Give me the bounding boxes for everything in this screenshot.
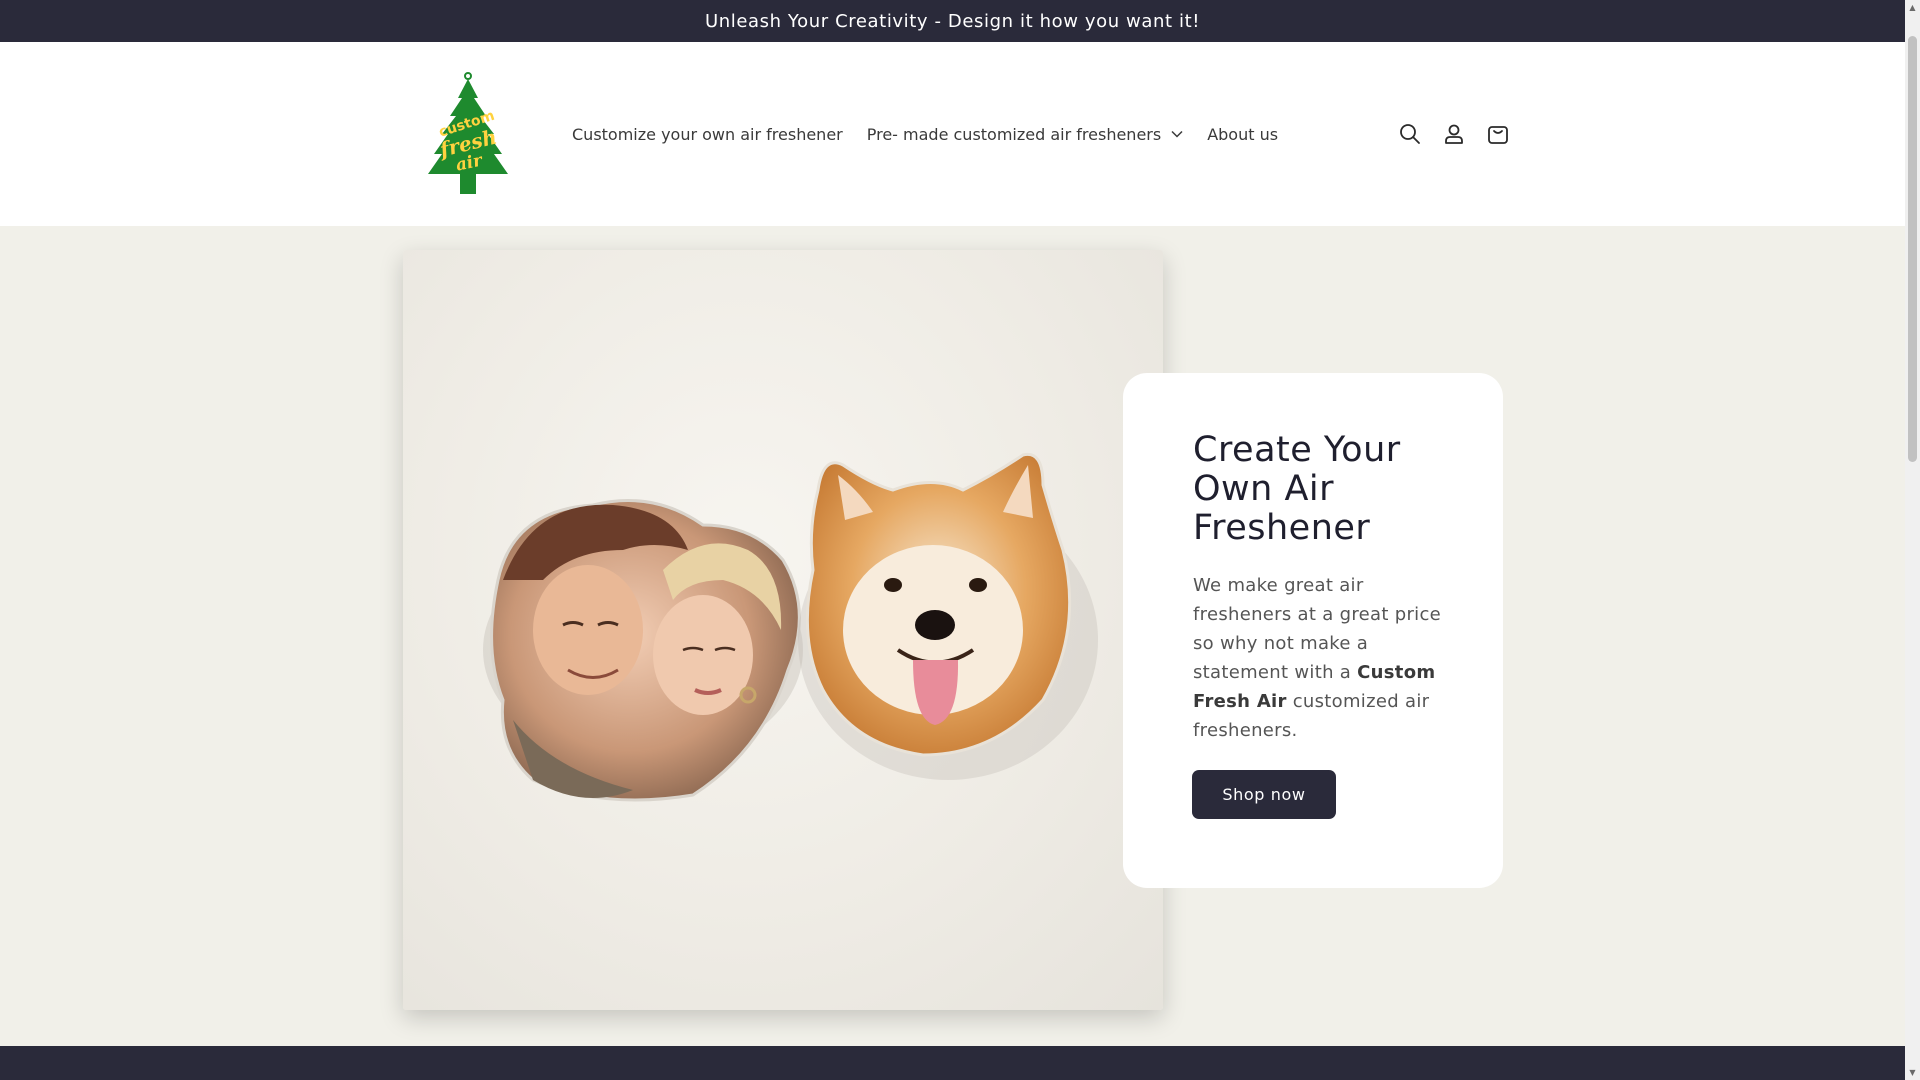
- nav-about-label: About us: [1207, 124, 1279, 144]
- product-photo: [483, 452, 1098, 802]
- hero-description: We make great air fresheners at a great …: [1193, 571, 1443, 745]
- site-header: custom fresh air Customize your own air …: [0, 42, 1905, 226]
- logo[interactable]: custom fresh air: [420, 70, 516, 200]
- scroll-thumb[interactable]: [1908, 36, 1917, 462]
- nav-premade-label: Pre- made customized air fresheners: [866, 124, 1162, 144]
- search-button[interactable]: [1388, 112, 1432, 156]
- announcement-text: Unleash Your Creativity - Design it how …: [704, 10, 1201, 32]
- search-icon: [1400, 124, 1420, 144]
- cart-icon: [1488, 126, 1508, 144]
- hero-banner: Create Your Own Air Freshener We make gr…: [0, 226, 1905, 1046]
- hero-title: Create Your Own Air Freshener: [1193, 430, 1401, 548]
- shop-now-button[interactable]: Shop now: [1193, 771, 1335, 818]
- hero-card: Create Your Own Air Freshener We make gr…: [1123, 373, 1503, 888]
- account-icon: [1445, 124, 1463, 144]
- hero-image: [403, 250, 1163, 1010]
- nav-customize[interactable]: Customize your own air freshener: [560, 125, 855, 144]
- scroll-down-icon[interactable]: ▼: [1908, 1068, 1917, 1077]
- chevron-down-icon: [1171, 130, 1183, 138]
- next-section-bar: [0, 1046, 1905, 1080]
- tree-logo-icon: custom fresh air: [428, 72, 508, 194]
- main-nav: Customize your own air freshener Pre- ma…: [560, 42, 1290, 226]
- header-icons: [1388, 42, 1520, 226]
- scroll-up-icon[interactable]: ▲: [1908, 3, 1917, 12]
- account-button[interactable]: [1432, 112, 1476, 156]
- couple-freshener: [483, 499, 803, 802]
- announcement-bar: Unleash Your Creativity - Design it how …: [0, 0, 1905, 42]
- nav-premade[interactable]: Pre- made customized air fresheners: [855, 125, 1195, 144]
- dog-freshener: [798, 452, 1098, 780]
- nav-customize-label: Customize your own air freshener: [572, 124, 843, 144]
- nav-about[interactable]: About us: [1195, 125, 1290, 144]
- cart-button[interactable]: [1476, 112, 1520, 156]
- scrollbar[interactable]: ▲ ▼: [1905, 0, 1920, 1080]
